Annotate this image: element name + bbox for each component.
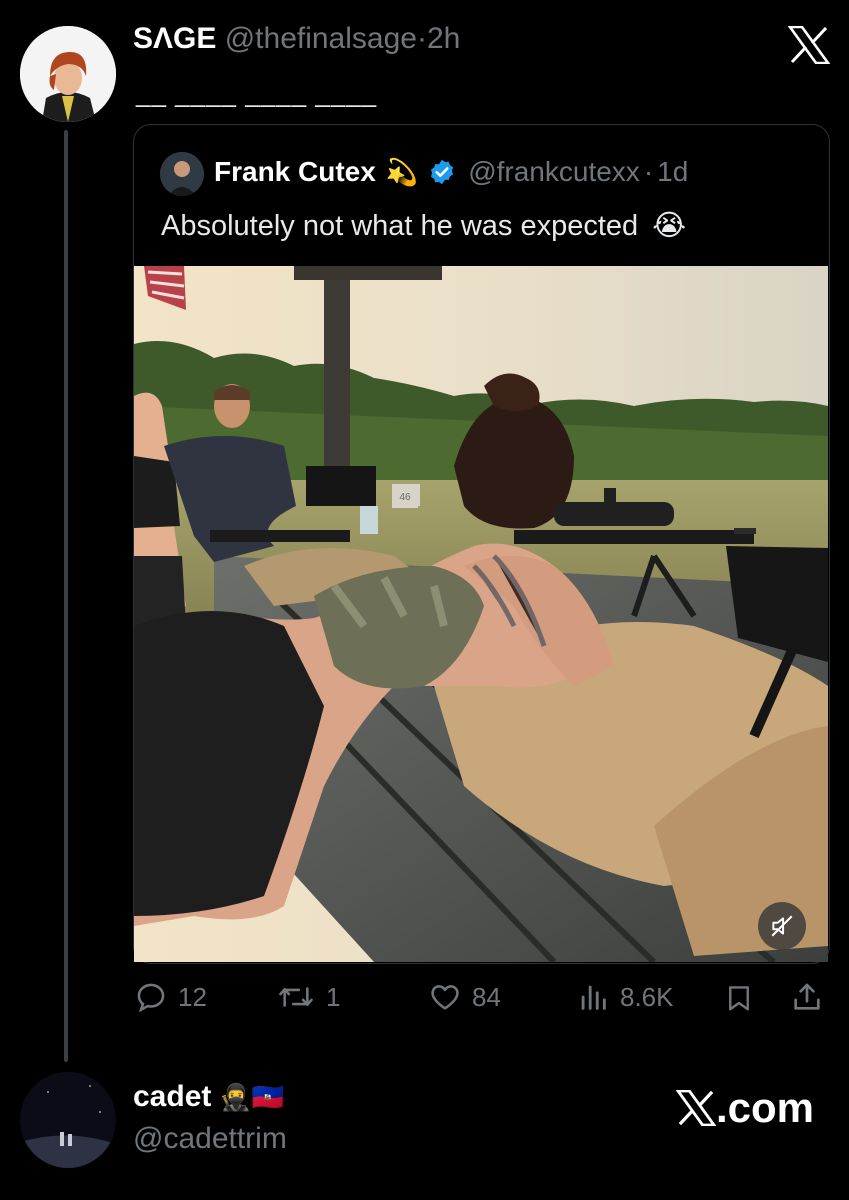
close-x-icon[interactable]: [787, 25, 831, 65]
quote-time[interactable]: 1d: [657, 156, 688, 188]
views-button[interactable]: 8.6K: [576, 980, 674, 1014]
views-icon: [581, 985, 606, 1010]
watermark-account-handle[interactable]: @cadettrim: [133, 1122, 287, 1156]
author-name[interactable]: SΛGE: [133, 22, 216, 55]
reply-icon: [137, 983, 165, 1013]
avatar-sage[interactable]: [20, 26, 116, 122]
quote-separator: ·: [643, 156, 654, 187]
mute-button[interactable]: [758, 902, 806, 950]
like-count: 84: [472, 981, 501, 1012]
range-sign-number: 46: [399, 492, 411, 503]
like-icon: [431, 985, 459, 1010]
repost-count: 1: [326, 981, 341, 1012]
author-handle[interactable]: @thefinalsage: [225, 22, 417, 55]
quote-text-body: Absolutely not what he was expected: [161, 210, 639, 242]
repost-icon: [279, 987, 313, 1007]
quote-author-handle[interactable]: @frankcutexx: [468, 156, 640, 188]
mute-icon: [771, 915, 793, 937]
view-count: 8.6K: [620, 981, 674, 1012]
reply-count: 12: [178, 981, 207, 1012]
crying-emoji: 😭: [652, 210, 687, 242]
repost-button[interactable]: 1: [276, 980, 340, 1014]
like-button[interactable]: 84: [428, 980, 501, 1014]
watermark-account-emojis: 🥷🇭🇹: [219, 1081, 285, 1112]
post-header: SΛGE @thefinalsage·2h: [133, 22, 460, 56]
header-separator: ·: [416, 22, 427, 55]
dizzy-emoji: 💫: [385, 156, 419, 187]
share-button[interactable]: [790, 980, 824, 1014]
quote-avatar[interactable]: [160, 152, 204, 196]
reply-button[interactable]: 12: [134, 980, 207, 1014]
quote-text: Absolutely not what he was expected 😭: [161, 208, 686, 243]
post-text: __ ____ ____ ____: [136, 78, 378, 108]
bookmark-icon: [729, 986, 749, 1011]
quote-media-video[interactable]: 46: [134, 266, 828, 965]
watermark-account: cadet 🥷🇭🇹: [133, 1080, 284, 1114]
watermark-site: .com: [676, 1084, 814, 1132]
post-time[interactable]: 2h: [427, 22, 460, 55]
x-logo-icon: [676, 1090, 716, 1126]
quote-author-name[interactable]: Frank Cutex: [214, 156, 376, 188]
watermark-site-label: .com: [716, 1084, 815, 1131]
quote-header: Frank Cutex 💫 @frankcutexx · 1d: [214, 156, 688, 188]
watermark-account-name[interactable]: cadet: [133, 1080, 211, 1114]
share-icon: [794, 983, 820, 1010]
bookmark-button[interactable]: [724, 982, 754, 1014]
thread-line: [64, 130, 68, 1062]
range-sign: 46: [392, 484, 418, 508]
avatar-cadet[interactable]: [20, 1072, 116, 1168]
verified-icon: [428, 158, 456, 186]
